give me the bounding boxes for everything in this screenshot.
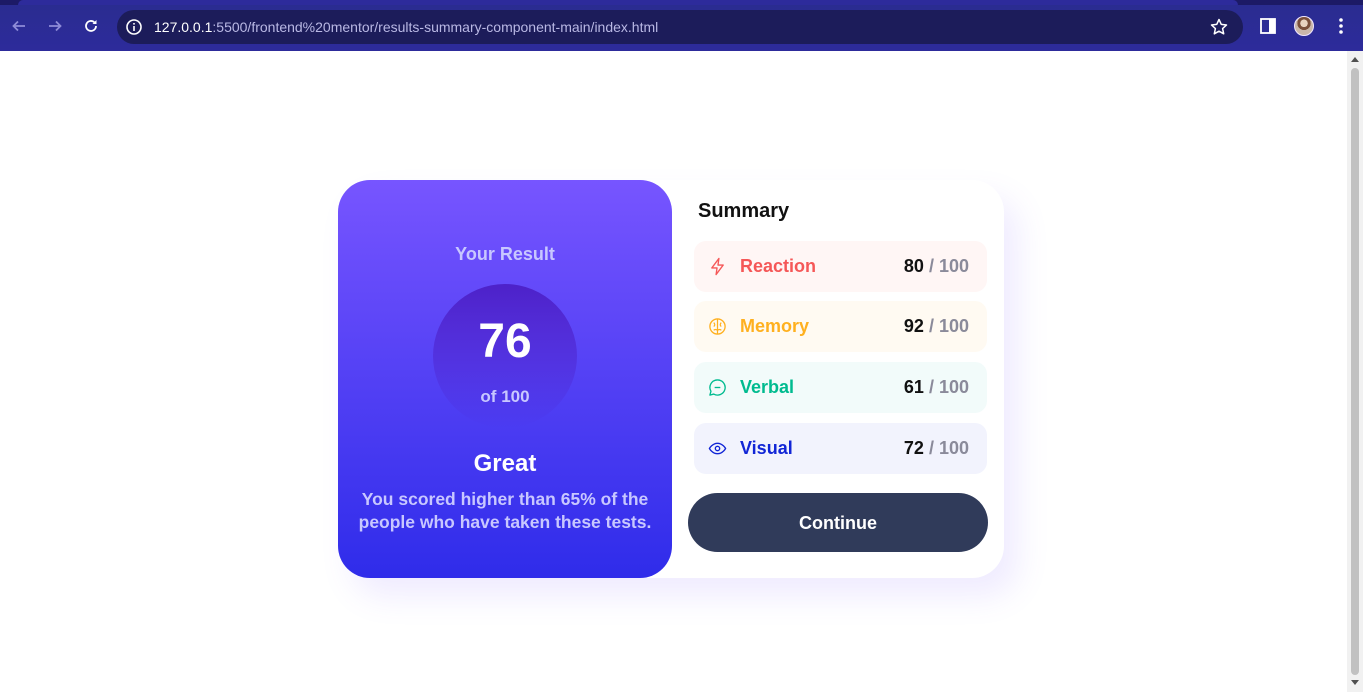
summary-item-score: 61 / 100 — [904, 377, 969, 398]
page-scrollbar[interactable] — [1347, 51, 1363, 692]
summary-item-score: 72 / 100 — [904, 438, 969, 459]
summary-item-score: 92 / 100 — [904, 316, 969, 337]
score-max: / 100 — [923, 256, 969, 276]
summary-item-reaction: Reaction 80 / 100 — [694, 241, 987, 292]
scroll-down-arrow-icon[interactable] — [1351, 680, 1359, 685]
rating-description: You scored higher than 65% of the people… — [358, 489, 652, 532]
score-value: 76 — [478, 315, 532, 368]
continue-button[interactable]: Continue — [688, 493, 988, 552]
reload-icon — [85, 20, 97, 32]
lightning-icon — [711, 257, 724, 276]
browser-toolbar: 127.0.0.1:5500/frontend%20mentor/results… — [0, 0, 1363, 51]
score-number: 80 — [903, 256, 924, 276]
summary-item-visual: Visual 72 / 100 — [694, 423, 987, 474]
result-heading: Your Result — [455, 244, 555, 264]
chat-bubble-icon — [709, 379, 726, 396]
scroll-up-arrow-icon[interactable] — [1351, 57, 1359, 62]
summary-item-label: Memory — [740, 316, 810, 336]
arrow-right-icon — [49, 20, 62, 32]
url-text[interactable]: 127.0.0.1:5500/frontend%20mentor/results… — [154, 19, 658, 35]
url-host: 127.0.0.1 — [154, 19, 213, 35]
kebab-menu-icon[interactable] — [1332, 16, 1350, 36]
back-button[interactable] — [7, 14, 31, 38]
score-number: 92 — [903, 316, 924, 336]
summary-item-memory: Memory 92 / 100 — [694, 301, 987, 352]
summary-item-label: Visual — [740, 438, 793, 458]
side-panel-icon[interactable] — [1259, 17, 1277, 35]
summary-item-verbal: Verbal 61 / 100 — [694, 362, 987, 413]
info-icon[interactable] — [125, 18, 143, 36]
result-panel: Your Result 76 of 100 Great You scored h… — [338, 180, 672, 578]
score-circle: 76 of 100 — [433, 284, 577, 428]
reload-button[interactable] — [79, 14, 103, 38]
summary-title: Summary — [698, 200, 790, 222]
rating-label: Great — [473, 450, 537, 477]
score-number: 61 — [903, 377, 924, 397]
score-max: / 100 — [923, 316, 969, 336]
summary-item-label: Verbal — [740, 377, 795, 397]
star-icon[interactable] — [1209, 17, 1229, 37]
summary-item-label: Reaction — [740, 256, 817, 276]
scroll-thumb[interactable] — [1351, 68, 1359, 675]
brain-icon — [709, 318, 726, 335]
url-path: :5500/frontend%20mentor/results-summary-… — [212, 19, 659, 35]
active-tab[interactable] — [18, 0, 1238, 5]
profile-avatar[interactable] — [1294, 16, 1314, 36]
tab-strip — [0, 0, 1363, 5]
score-total: of 100 — [480, 387, 530, 406]
eye-icon — [708, 442, 727, 455]
arrow-left-icon — [12, 20, 25, 32]
score-max: / 100 — [923, 377, 969, 397]
score-max: / 100 — [923, 438, 969, 458]
address-bar[interactable]: 127.0.0.1:5500/frontend%20mentor/results… — [117, 10, 1243, 44]
score-number: 72 — [903, 438, 924, 458]
summary-panel: Summary Reaction 80 / 100 Memory 92 / 10… — [688, 180, 1004, 578]
results-card: Your Result 76 of 100 Great You scored h… — [338, 180, 1004, 578]
summary-item-score: 80 / 100 — [904, 256, 969, 277]
forward-button[interactable] — [43, 14, 67, 38]
